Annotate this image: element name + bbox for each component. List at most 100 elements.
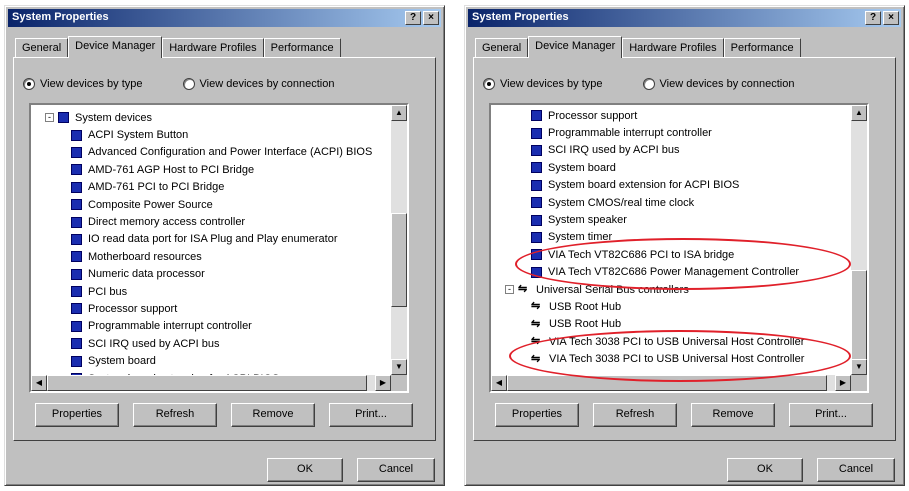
scroll-down-arrow-icon[interactable]: ▼ bbox=[391, 359, 407, 375]
device-tree-item[interactable]: System timer bbox=[491, 229, 851, 246]
properties-button[interactable]: Properties bbox=[35, 403, 119, 427]
scroll-up-arrow-icon[interactable]: ▲ bbox=[851, 105, 867, 121]
device-tree-item[interactable]: - ⇋ Universal Serial Bus controllers bbox=[491, 281, 851, 298]
device-tree-item[interactable]: Direct memory access controller bbox=[31, 213, 391, 230]
device-tree-item[interactable]: ⇋ USB Root Hub bbox=[491, 316, 851, 333]
print-button[interactable]: Print... bbox=[789, 403, 873, 427]
device-tree-item[interactable]: Processor support bbox=[491, 107, 851, 124]
device-tree-item[interactable]: VIA Tech VT82C686 PCI to ISA bridge bbox=[491, 246, 851, 263]
scroll-thumb[interactable] bbox=[391, 213, 407, 307]
device-tree-item[interactable]: System board extension for ACPI BIOS bbox=[491, 177, 851, 194]
device-tree-item[interactable]: System board bbox=[491, 159, 851, 176]
vertical-scrollbar[interactable]: ▲ ▼ bbox=[851, 105, 867, 375]
device-tree-item-label: SCI IRQ used by ACPI bus bbox=[88, 337, 220, 350]
device-icon bbox=[531, 144, 542, 156]
device-tree-item[interactable]: Programmable interrupt controller bbox=[491, 124, 851, 141]
cancel-button[interactable]: Cancel bbox=[817, 458, 895, 482]
device-tree-item[interactable]: ACPI System Button bbox=[31, 126, 391, 143]
view-by-connection-radio[interactable]: View devices by connection bbox=[642, 78, 794, 90]
device-tree-item[interactable]: ⇋ USB Root Hub bbox=[491, 298, 851, 315]
help-button[interactable]: ? bbox=[865, 11, 881, 25]
device-tree-item-label: Universal Serial Bus controllers bbox=[536, 283, 689, 296]
title-bar[interactable]: System Properties ? × bbox=[468, 9, 901, 27]
ok-button[interactable]: OK bbox=[267, 458, 343, 482]
tree-expander-icon[interactable]: - bbox=[505, 285, 514, 295]
scroll-left-arrow-icon[interactable]: ◀ bbox=[31, 375, 47, 391]
scroll-thumb[interactable] bbox=[851, 270, 867, 362]
device-tree-item[interactable]: Processor support bbox=[31, 300, 391, 317]
tab-hardware-profiles[interactable]: Hardware Profiles bbox=[162, 38, 264, 58]
device-icon bbox=[58, 112, 69, 124]
device-tree[interactable]: - System devices ACPI System Button Advance… bbox=[29, 103, 409, 393]
device-icon bbox=[531, 110, 542, 122]
device-tree-item[interactable]: SCI IRQ used by ACPI bus bbox=[31, 335, 391, 352]
horizontal-scroll-thumb[interactable] bbox=[507, 375, 827, 391]
device-tree-item[interactable]: Programmable interrupt controller bbox=[31, 318, 391, 335]
scroll-right-arrow-icon[interactable]: ▶ bbox=[835, 375, 851, 391]
tree-expander-icon[interactable]: - bbox=[45, 113, 54, 123]
tab-performance[interactable]: Performance bbox=[263, 38, 341, 58]
horizontal-scrollbar[interactable]: ◀ ▶ bbox=[31, 375, 391, 391]
device-icon bbox=[531, 266, 542, 278]
horizontal-scrollbar[interactable]: ◀ ▶ bbox=[491, 375, 851, 391]
device-tree-item[interactable]: System CMOS/real time clock bbox=[491, 194, 851, 211]
device-tree-item-label: AMD-761 PCI to PCI Bridge bbox=[88, 181, 225, 194]
view-by-connection-label: View devices by connection bbox=[199, 78, 335, 90]
device-tree-item[interactable]: VIA Tech VT82C686 Power Management Contr… bbox=[491, 264, 851, 281]
remove-button[interactable]: Remove bbox=[231, 403, 315, 427]
device-tree-item-label: Motherboard resources bbox=[88, 250, 202, 263]
device-tree-item[interactable]: System speaker bbox=[491, 211, 851, 228]
view-by-type-label: View devices by type bbox=[40, 78, 143, 90]
device-tree-item[interactable]: - System devices bbox=[31, 109, 391, 126]
scroll-right-arrow-icon[interactable]: ▶ bbox=[375, 375, 391, 391]
close-button[interactable]: × bbox=[423, 11, 439, 25]
close-button[interactable]: × bbox=[883, 11, 899, 25]
cancel-button[interactable]: Cancel bbox=[357, 458, 435, 482]
device-tree-item[interactable]: Composite Power Source bbox=[31, 196, 391, 213]
scroll-down-arrow-icon[interactable]: ▼ bbox=[851, 359, 867, 375]
scroll-up-arrow-icon[interactable]: ▲ bbox=[391, 105, 407, 121]
print-button[interactable]: Print... bbox=[329, 403, 413, 427]
tab-performance[interactable]: Performance bbox=[723, 38, 801, 58]
tab-device-manager[interactable]: Device Manager bbox=[68, 36, 163, 58]
view-by-type-radio[interactable]: View devices by type bbox=[483, 78, 603, 90]
device-icon bbox=[71, 129, 82, 141]
ok-button[interactable]: OK bbox=[727, 458, 803, 482]
device-tree[interactable]: Processor support Programmable interrupt … bbox=[489, 103, 869, 393]
device-tree-item-label: USB Root Hub bbox=[549, 300, 622, 313]
tab-general[interactable]: General bbox=[15, 38, 69, 58]
device-tree-item[interactable]: AMD-761 AGP Host to PCI Bridge bbox=[31, 161, 391, 178]
tab-general[interactable]: General bbox=[475, 38, 529, 58]
device-tree-item[interactable]: PCI bus bbox=[31, 283, 391, 300]
remove-button[interactable]: Remove bbox=[691, 403, 775, 427]
vertical-scrollbar[interactable]: ▲ ▼ bbox=[391, 105, 407, 375]
device-tree-item-label: USB Root Hub bbox=[549, 318, 622, 331]
device-tree-item-label: System board extension for ACPI BIOS bbox=[548, 179, 740, 192]
device-tree-item[interactable]: IO read data port for ISA Plug and Play … bbox=[31, 231, 391, 248]
device-tree-item[interactable]: SCI IRQ used by ACPI bus bbox=[491, 142, 851, 159]
tab-hardware-profiles[interactable]: Hardware Profiles bbox=[622, 38, 724, 58]
tab-device-manager[interactable]: Device Manager bbox=[528, 36, 623, 58]
view-by-type-radio[interactable]: View devices by type bbox=[23, 78, 143, 90]
device-tree-item-label: Direct memory access controller bbox=[88, 216, 246, 229]
device-tree-item[interactable]: ⇋ VIA Tech 3038 PCI to USB Universal Host… bbox=[491, 350, 851, 367]
device-tree-item[interactable]: Numeric data processor bbox=[31, 266, 391, 283]
title-bar[interactable]: System Properties ? × bbox=[8, 9, 441, 27]
refresh-button[interactable]: Refresh bbox=[593, 403, 677, 427]
device-icon bbox=[71, 355, 82, 367]
horizontal-scroll-thumb[interactable] bbox=[47, 375, 367, 391]
device-icon bbox=[71, 233, 82, 245]
device-tree-item[interactable]: Motherboard resources bbox=[31, 248, 391, 265]
view-by-connection-radio[interactable]: View devices by connection bbox=[182, 78, 335, 90]
refresh-button[interactable]: Refresh bbox=[133, 403, 217, 427]
properties-button[interactable]: Properties bbox=[495, 403, 579, 427]
device-tree-item[interactable]: AMD-761 PCI to PCI Bridge bbox=[31, 179, 391, 196]
device-tree-item-label: AMD-761 AGP Host to PCI Bridge bbox=[88, 163, 255, 176]
help-button[interactable]: ? bbox=[405, 11, 421, 25]
device-tree-item-label: Numeric data processor bbox=[88, 268, 205, 281]
radio-selected-icon bbox=[23, 78, 35, 90]
device-tree-item[interactable]: Advanced Configuration and Power Interfa… bbox=[31, 144, 391, 161]
scroll-left-arrow-icon[interactable]: ◀ bbox=[491, 375, 507, 391]
device-tree-item[interactable]: System board bbox=[31, 352, 391, 369]
device-tree-item[interactable]: ⇋ VIA Tech 3038 PCI to USB Universal Host… bbox=[491, 333, 851, 350]
